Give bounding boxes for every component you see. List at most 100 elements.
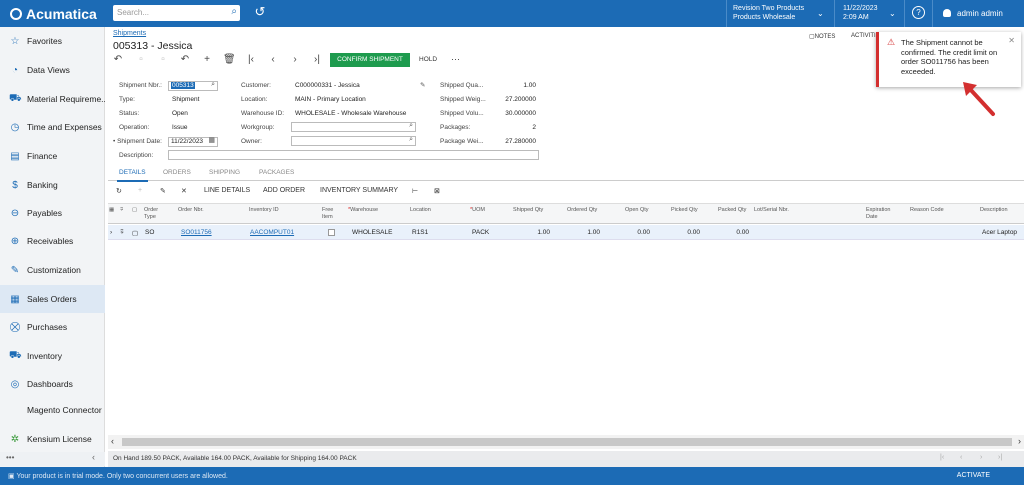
add-order-button[interactable]: ADD ORDER	[263, 187, 305, 194]
tab-orders[interactable]: ORDERS	[163, 169, 191, 176]
warehouse-value[interactable]: WHOLESALE - Wholesale Warehouse	[295, 110, 406, 117]
sidebar-item-time-and-expenses[interactable]: ◷ Time and Expenses	[0, 113, 105, 141]
tab-shipping[interactable]: SHIPPING	[209, 169, 240, 176]
sidebar-item-customization[interactable]: ✎ Customization	[0, 256, 105, 284]
cell-warehouse[interactable]: WHOLESALE	[352, 229, 392, 236]
export-excel-icon[interactable]: ⊠	[434, 187, 440, 195]
cell-order-nbr[interactable]: SO011756	[181, 229, 212, 236]
first-record-icon[interactable]: |‹	[245, 54, 257, 65]
cell-packed-qty[interactable]: 0.00	[707, 229, 749, 236]
scrollbar-thumb[interactable]	[122, 438, 1012, 446]
more-dots-icon[interactable]: •••	[6, 453, 14, 462]
delete-icon[interactable]: 🗑	[223, 54, 236, 65]
collapse-sidebar-icon[interactable]: ‹	[92, 452, 95, 462]
column-open-qty[interactable]: Open Qty	[625, 207, 649, 214]
horizontal-scrollbar[interactable]: ‹ ›	[108, 435, 1024, 449]
location-value[interactable]: MAIN - Primary Location	[295, 96, 366, 103]
column-uom[interactable]: *UOM	[470, 207, 485, 214]
search-input[interactable]: Search... ⌕	[113, 5, 240, 21]
column-expiration-date[interactable]: Expiration Date	[866, 207, 896, 221]
branch-selector[interactable]: Revision Two Products Products Wholesale…	[733, 4, 824, 22]
calendar-icon[interactable]: ▦	[208, 137, 215, 145]
sidebar-item-receivables[interactable]: ⊕ Receivables	[0, 227, 105, 255]
column-packed-qty[interactable]: Packed Qty	[718, 207, 746, 214]
chevron-down-icon[interactable]: ⌄	[889, 9, 896, 18]
column-inventory-id[interactable]: Inventory ID	[249, 207, 279, 214]
cell-inventory-id[interactable]: AACOMPUT01	[250, 229, 294, 236]
sidebar-item-banking[interactable]: $ Banking	[0, 171, 105, 199]
last-page-icon[interactable]: ›|	[998, 454, 1002, 461]
cell-uom[interactable]: PACK	[472, 229, 489, 236]
free-item-checkbox[interactable]	[328, 229, 335, 236]
notes-button[interactable]: ▢NOTES	[809, 33, 835, 40]
line-details-button[interactable]: LINE DETAILS	[204, 187, 250, 194]
workgroup-field[interactable]: ⌕	[291, 122, 416, 132]
history-icon[interactable]: ↺	[250, 4, 270, 24]
search-icon[interactable]: ⌕	[409, 122, 413, 130]
sidebar-item-finance[interactable]: ▤ Finance	[0, 142, 105, 170]
sidebar-item-payables[interactable]: ⊖ Payables	[0, 199, 105, 227]
app-logo[interactable]: Acumatica	[0, 0, 105, 27]
user-menu[interactable]: admin admin	[943, 9, 1003, 18]
sidebar-item-data-views[interactable]: ◔ Data Views	[0, 56, 105, 84]
search-icon[interactable]: ⌕	[211, 81, 215, 89]
tab-packages[interactable]: PACKAGES	[259, 169, 294, 176]
sidebar-item-purchases[interactable]: ⛒ Purchases	[0, 313, 105, 341]
cancel-icon[interactable]: ↶	[179, 54, 191, 65]
undo-icon[interactable]: ↶	[112, 54, 124, 65]
cell-picked-qty[interactable]: 0.00	[658, 229, 700, 236]
tab-details[interactable]: DETAILS	[117, 169, 148, 182]
search-icon[interactable]: ⌕	[231, 6, 237, 17]
cell-description[interactable]: Acer Laptop	[982, 229, 1017, 236]
edit-icon[interactable]: ✎	[420, 81, 425, 89]
cell-order-type[interactable]: SO	[145, 229, 154, 236]
delete-row-icon[interactable]: ✕	[181, 187, 187, 195]
table-row[interactable]: › ⍫ ▢ SO SO011756 AACOMPUT01 WHOLESALE R…	[108, 225, 1024, 240]
edit-row-icon[interactable]: ✎	[160, 187, 166, 195]
row-expand-icon[interactable]: ›	[110, 229, 112, 236]
owner-field[interactable]: ⌕	[291, 136, 416, 146]
column-order-type[interactable]: Order Type	[144, 207, 168, 221]
last-record-icon[interactable]: ›|	[311, 54, 323, 65]
confirm-shipment-button[interactable]: CONFIRM SHIPMENT	[330, 53, 410, 67]
business-date[interactable]: 11/22/2023 2:09 AM	[843, 4, 878, 22]
save-close-icon[interactable]: ▫	[157, 54, 169, 65]
shipment-date-field[interactable]: 11/22/2023 ▦	[168, 137, 218, 147]
next-record-icon[interactable]: ›	[289, 54, 301, 65]
attachment-icon[interactable]: ⍫	[120, 229, 124, 237]
hold-button[interactable]: HOLD	[419, 56, 437, 63]
column-description[interactable]: Description	[980, 207, 1008, 214]
column-warehouse[interactable]: *Warehouse	[348, 207, 378, 214]
sidebar-item-material-requirements[interactable]: ⛟ Material Requireme...	[0, 85, 105, 113]
column-lot-serial-nbr[interactable]: Lot/Serial Nbr.	[754, 207, 789, 214]
sidebar-item-kensium-license[interactable]: ✲ Kensium License	[0, 425, 105, 453]
description-field[interactable]	[168, 150, 539, 160]
column-reason-code[interactable]: Reason Code	[910, 207, 944, 214]
column-picked-qty[interactable]: Picked Qty	[671, 207, 698, 214]
breadcrumb[interactable]: Shipments	[113, 30, 146, 37]
save-icon[interactable]: ▫	[135, 54, 147, 65]
column-free-item[interactable]: Free Item	[322, 207, 338, 221]
cell-open-qty[interactable]: 0.00	[608, 229, 650, 236]
previous-record-icon[interactable]: ‹	[267, 54, 279, 65]
cell-ordered-qty[interactable]: 1.00	[558, 229, 600, 236]
cell-shipped-qty[interactable]: 1.00	[508, 229, 550, 236]
grid-settings-icon[interactable]: ▦	[109, 207, 114, 214]
activities-button[interactable]: ACTIVITI	[851, 33, 876, 39]
column-order-nbr[interactable]: Order Nbr.	[178, 207, 204, 214]
previous-page-icon[interactable]: ‹	[960, 454, 962, 461]
close-icon[interactable]: ✕	[1008, 36, 1015, 45]
inventory-summary-button[interactable]: INVENTORY SUMMARY	[320, 187, 398, 194]
more-actions-button[interactable]: ···	[451, 54, 460, 64]
next-page-icon[interactable]: ›	[980, 454, 982, 461]
activate-link[interactable]: ACTIVATE	[957, 472, 990, 479]
sidebar-item-inventory[interactable]: ⛟ Inventory	[0, 342, 105, 370]
sidebar-item-magento-connector[interactable]: Magento Connector	[0, 396, 105, 424]
cell-location[interactable]: R1S1	[412, 229, 428, 236]
add-icon[interactable]: +	[201, 54, 213, 65]
scroll-right-icon[interactable]: ›	[1018, 436, 1021, 446]
fit-columns-icon[interactable]: ⊢	[412, 187, 418, 195]
column-shipped-qty[interactable]: Shipped Qty	[513, 207, 543, 214]
refresh-icon[interactable]: ↻	[116, 187, 122, 195]
help-icon[interactable]: ?	[912, 6, 925, 19]
